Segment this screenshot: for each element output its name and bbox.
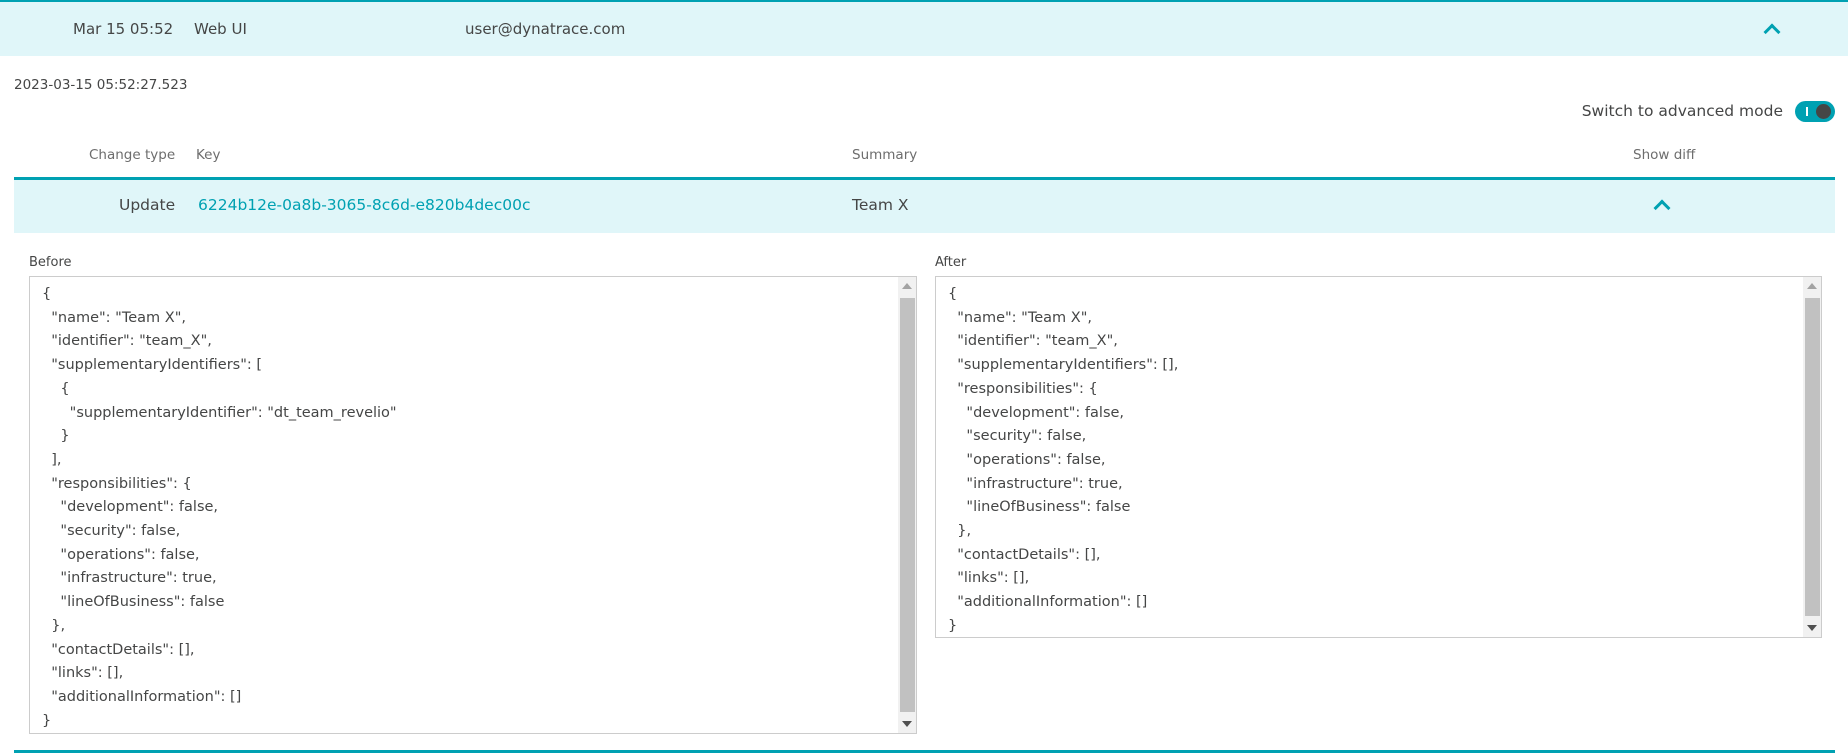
key-link[interactable]: 6224b12e-0a8b-3065-8c6d-e820b4dec00c — [198, 196, 530, 214]
before-code-box[interactable]: { "name": "Team X", "identifier": "team_… — [29, 276, 917, 734]
column-header-show-diff: Show diff — [1633, 147, 1696, 163]
section-divider — [14, 750, 1835, 753]
scroll-down-arrow-icon[interactable] — [902, 721, 912, 727]
before-json: { "name": "Team X", "identifier": "team_… — [42, 286, 397, 729]
column-header-change-type: Change type — [89, 147, 176, 163]
before-scrollbar[interactable] — [898, 277, 916, 733]
change-type-cell: Update — [119, 196, 176, 214]
scroll-down-arrow-icon[interactable] — [1807, 625, 1817, 631]
audit-user: user@dynatrace.com — [465, 20, 626, 38]
chevron-up-icon[interactable] — [1763, 23, 1781, 41]
column-header-summary: Summary — [852, 147, 918, 163]
summary-cell: Team X — [852, 196, 909, 214]
after-code-box[interactable]: { "name": "Team X", "identifier": "team_… — [935, 276, 1822, 638]
event-timestamp: 2023-03-15 05:52:27.523 — [14, 77, 188, 93]
after-scrollbar[interactable] — [1803, 277, 1821, 637]
changes-table: Change type Key Summary Show diff Update… — [14, 140, 1835, 233]
table-header: Change type Key Summary Show diff — [14, 140, 1835, 177]
column-header-key: Key — [196, 147, 221, 163]
toggle-knob — [1816, 103, 1831, 119]
scroll-thumb[interactable] — [900, 298, 915, 712]
audit-date: Mar 15 05:52 — [73, 20, 174, 38]
scroll-up-arrow-icon[interactable] — [1807, 283, 1817, 289]
scroll-up-arrow-icon[interactable] — [902, 283, 912, 289]
after-label: After — [935, 255, 967, 270]
audit-log-row[interactable]: Mar 15 05:52 Web UI user@dynatrace.com — [0, 0, 1848, 56]
show-diff-chevron-up-icon[interactable] — [1653, 199, 1671, 217]
scroll-thumb[interactable] — [1805, 298, 1820, 616]
audit-source: Web UI — [194, 20, 247, 38]
after-json: { "name": "Team X", "identifier": "team_… — [948, 286, 1179, 634]
toggle-on-indicator — [1806, 106, 1808, 116]
advanced-mode-label: Switch to advanced mode — [1581, 102, 1783, 120]
before-label: Before — [29, 255, 72, 270]
table-row[interactable]: Update 6224b12e-0a8b-3065-8c6d-e820b4dec… — [14, 177, 1835, 233]
advanced-mode-switch-row: Switch to advanced mode — [1582, 100, 1835, 122]
advanced-mode-toggle[interactable] — [1795, 100, 1835, 122]
